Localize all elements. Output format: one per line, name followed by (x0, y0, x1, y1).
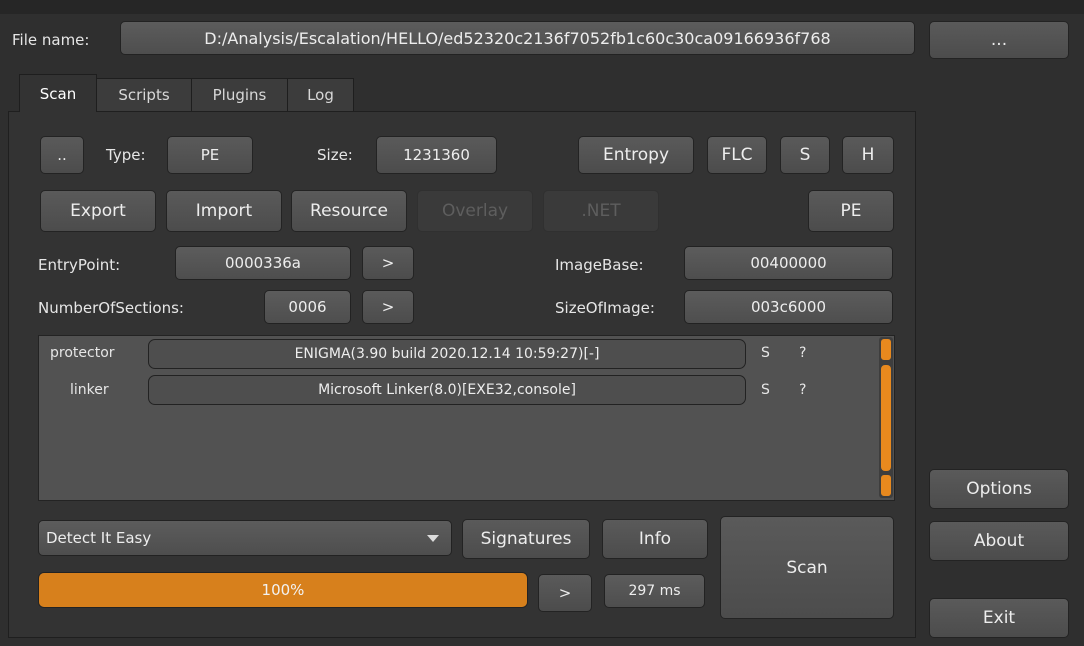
about-button[interactable]: About (929, 521, 1069, 561)
scan-progress-text: 100% (261, 581, 305, 599)
sections-label: NumberOfSections: (38, 299, 184, 317)
pe-button[interactable]: PE (808, 190, 894, 232)
resource-button[interactable]: Resource (291, 190, 407, 232)
tab-log[interactable]: Log (287, 78, 354, 111)
tab-plugins[interactable]: Plugins (191, 78, 288, 111)
file-name-label: File name: (12, 31, 90, 49)
detection-q-linker[interactable]: ? (799, 382, 806, 398)
entropy-button[interactable]: Entropy (578, 136, 694, 174)
flc-button[interactable]: FLC (707, 136, 767, 174)
size-value-button[interactable]: 1231360 (376, 136, 497, 174)
entrypoint-go-button[interactable]: > (362, 246, 414, 280)
info-button[interactable]: Info (602, 519, 708, 559)
detection-s-linker[interactable]: S (761, 382, 770, 398)
import-button[interactable]: Import (166, 190, 282, 232)
signatures-button[interactable]: Signatures (462, 519, 590, 559)
entrypoint-field[interactable]: 0000336a (175, 246, 351, 280)
file-path-field[interactable]: D:/Analysis/Escalation/HELLO/ed52320c213… (120, 21, 915, 55)
scan-progress-bar: 100% (38, 572, 528, 608)
exit-button[interactable]: Exit (929, 598, 1069, 638)
scan-button[interactable]: Scan (720, 516, 894, 619)
h-button[interactable]: H (842, 136, 894, 174)
detection-kind-protector: protector (50, 345, 115, 361)
title-bar-strip (0, 0, 1084, 14)
progress-go-button[interactable]: > (538, 574, 592, 612)
type-value-button[interactable]: PE (167, 136, 253, 174)
size-label: Size: (317, 146, 353, 164)
scan-time-field: 297 ms (604, 574, 705, 608)
browse-button[interactable]: ... (929, 21, 1069, 59)
detection-s-protector[interactable]: S (761, 345, 770, 361)
detection-kind-linker: linker (70, 382, 109, 398)
scroll-down-arrow[interactable] (881, 475, 891, 496)
sizeofimage-label: SizeOfImage: (555, 299, 655, 317)
net-button[interactable]: .NET (543, 190, 659, 232)
export-button[interactable]: Export (40, 190, 156, 232)
imagebase-label: ImageBase: (555, 256, 644, 274)
dots-button[interactable]: .. (40, 136, 84, 174)
tab-scan[interactable]: Scan (19, 74, 97, 112)
sections-field[interactable]: 0006 (264, 290, 351, 324)
overlay-button[interactable]: Overlay (417, 190, 533, 232)
entrypoint-label: EntryPoint: (38, 256, 121, 274)
scroll-thumb[interactable] (881, 365, 891, 471)
imagebase-field[interactable]: 00400000 (684, 246, 893, 280)
scroll-up-arrow[interactable] (881, 339, 891, 360)
type-label: Type: (106, 146, 146, 164)
engine-selected-text: Detect It Easy (46, 529, 152, 547)
detection-value-linker[interactable]: Microsoft Linker(8.0)[EXE32,console] (148, 375, 746, 405)
chevron-down-icon (427, 535, 439, 542)
s-button[interactable]: S (780, 136, 830, 174)
sections-go-button[interactable]: > (362, 290, 414, 324)
detection-value-protector[interactable]: ENIGMA(3.90 build 2020.12.14 10:59:27)[-… (148, 339, 746, 369)
detection-q-protector[interactable]: ? (799, 345, 806, 361)
tab-scripts[interactable]: Scripts (96, 78, 192, 111)
sizeofimage-field[interactable]: 003c6000 (684, 290, 893, 324)
engine-select[interactable]: Detect It Easy (38, 520, 452, 556)
options-button[interactable]: Options (929, 469, 1069, 509)
